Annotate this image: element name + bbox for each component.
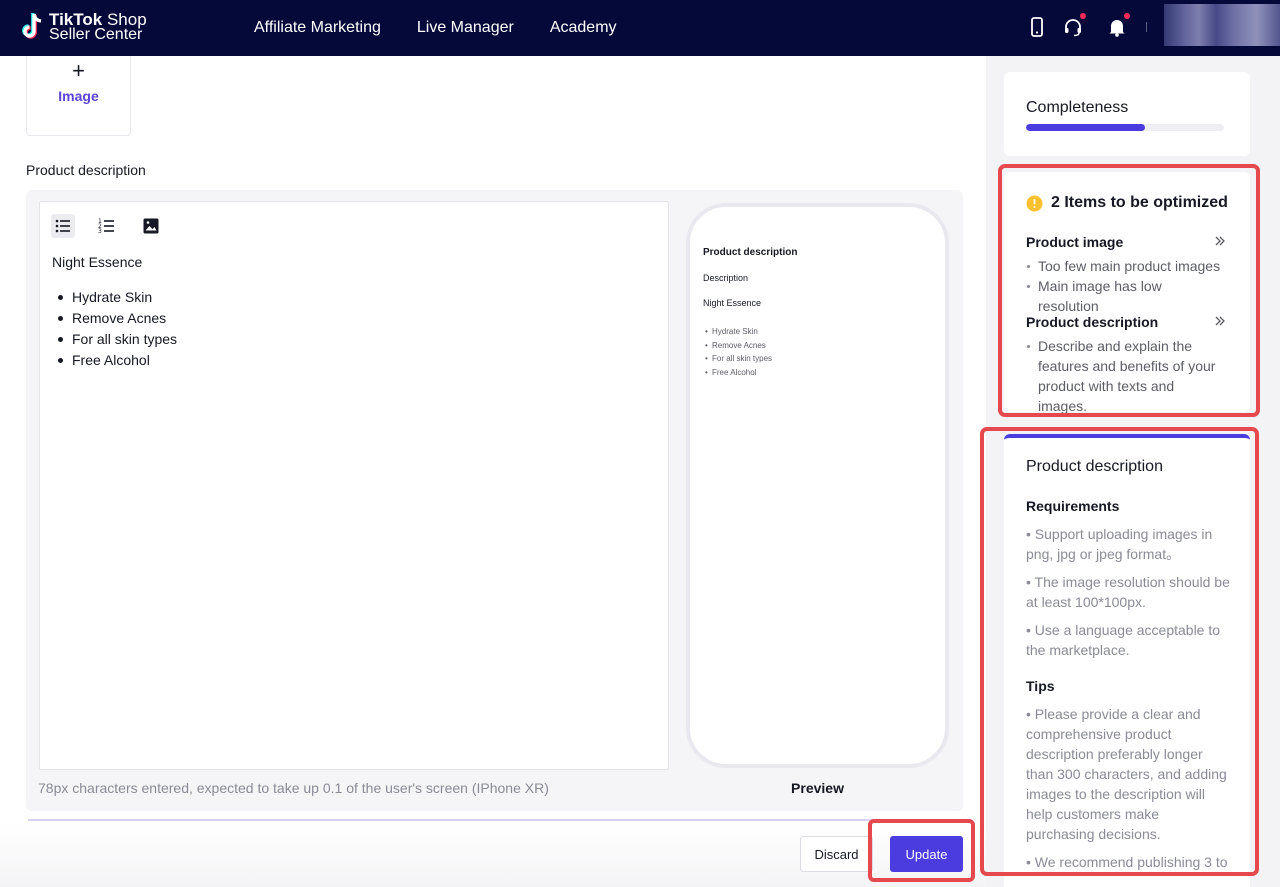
bell-notification-dot — [1124, 13, 1130, 19]
editor-bullet-list: Hydrate Skin Remove Acnes For all skin t… — [52, 287, 177, 371]
requirements-heading: Requirements — [1026, 498, 1119, 514]
completeness-progress-bar — [1026, 124, 1224, 131]
optimize-section-title: Product image — [1026, 234, 1226, 250]
list-item: Free Alcohol — [52, 350, 177, 371]
rich-text-editor[interactable]: 1 2 3 Night Essence Hydrate Skin Remove … — [39, 201, 669, 770]
requirement-item: • The image resolution should be at leas… — [1026, 572, 1231, 612]
main-nav: Affiliate Marketing Live Manager Academy — [254, 0, 617, 56]
double-chevron-right-icon[interactable] — [1214, 315, 1226, 327]
tip-item: • Please provide a clear and comprehensi… — [1026, 704, 1231, 844]
tiktok-logo-icon — [18, 11, 48, 43]
bulleted-list-icon — [51, 214, 75, 238]
preview-bullet-list: Hydrate Skin Remove Acnes For all skin t… — [703, 325, 772, 379]
image-icon — [139, 214, 163, 238]
product-description-label: Product description — [26, 162, 146, 178]
optimization-card: 2 Items to be optimized Product image To… — [1004, 172, 1250, 412]
list-item: Hydrate Skin — [52, 287, 177, 308]
double-chevron-right-icon[interactable] — [1214, 235, 1226, 247]
optimize-section-product-description[interactable]: Product description Describe and explain… — [1026, 314, 1226, 416]
image-upload-tile[interactable]: + Image — [26, 56, 131, 136]
nav-academy[interactable]: Academy — [550, 19, 617, 37]
nav-affiliate-marketing[interactable]: Affiliate Marketing — [254, 19, 381, 37]
header-actions — [1010, 0, 1280, 56]
headset-support-icon[interactable] — [1062, 16, 1084, 38]
bulleted-list-button[interactable] — [51, 214, 75, 238]
progress-divider — [28, 819, 964, 821]
preview-subtitle: Description — [703, 273, 748, 283]
description-editor-panel: 1 2 3 Night Essence Hydrate Skin Remove … — [26, 190, 963, 811]
optimization-title: 2 Items to be optimized — [1051, 194, 1228, 212]
list-item: Main image has low resolution — [1026, 276, 1226, 316]
numbered-list-button[interactable]: 1 2 3 — [95, 214, 119, 238]
bell-notification-icon[interactable] — [1106, 16, 1128, 38]
list-item: For all skin types — [52, 329, 177, 350]
image-upload-label: Image — [27, 88, 130, 104]
tips-heading: Tips — [1026, 678, 1055, 694]
nav-live-manager[interactable]: Live Manager — [417, 19, 514, 37]
optimization-header: 2 Items to be optimized — [1026, 194, 1228, 212]
discard-button[interactable]: Discard — [800, 836, 873, 872]
numbered-list-icon: 1 2 3 — [95, 214, 119, 238]
optimize-issue-list: Describe and explain the features and be… — [1026, 336, 1226, 416]
list-item: Describe and explain the features and be… — [1026, 336, 1226, 416]
guide-title: Product description — [1026, 458, 1163, 476]
description-guide-card: Product description Requirements • Suppo… — [1004, 434, 1250, 887]
optimize-issue-list: Too few main product images Main image h… — [1026, 256, 1226, 316]
optimize-section-product-image[interactable]: Product image Too few main product image… — [1026, 234, 1226, 316]
list-item: For all skin types — [703, 352, 772, 366]
list-item: Too few main product images — [1026, 256, 1226, 276]
preview-product-name: Night Essence — [703, 298, 761, 308]
header-separator — [1146, 22, 1147, 32]
list-item: Remove Acnes — [703, 339, 772, 353]
character-count-hint: 78px characters entered, expected to tak… — [38, 780, 549, 796]
optimize-section-title: Product description — [1026, 314, 1226, 330]
requirement-item: • Use a language acceptable to the marke… — [1026, 620, 1231, 660]
support-notification-dot — [1080, 13, 1086, 19]
list-item: Hydrate Skin — [703, 325, 772, 339]
preview-title: Product description — [703, 247, 797, 258]
editor-product-name: Night Essence — [52, 254, 142, 270]
logo-line-2: Seller Center — [49, 26, 142, 44]
mobile-phone-icon[interactable] — [1026, 16, 1048, 38]
insert-image-button[interactable] — [139, 214, 163, 238]
completeness-title: Completeness — [1026, 99, 1128, 117]
account-avatar[interactable] — [1164, 4, 1280, 46]
tiktok-shop-logo[interactable]: TikTok Shop Seller Center — [18, 9, 148, 45]
preview-label: Preview — [686, 780, 949, 796]
top-bar: TikTok Shop Seller Center Affiliate Mark… — [0, 0, 1280, 56]
update-button[interactable]: Update — [890, 836, 963, 872]
list-item: Free Alcohol — [703, 366, 772, 380]
right-panel: Completeness 2 Items to be optimized Pro… — [986, 56, 1280, 887]
completeness-progress-fill — [1026, 124, 1145, 131]
plus-icon: + — [27, 58, 130, 84]
tip-item: • We recommend publishing 3 to — [1026, 852, 1231, 872]
list-item: Remove Acnes — [52, 308, 177, 329]
main-content: + Image Product description 1 2 3 — [0, 56, 986, 887]
phone-preview: Product description Description Night Es… — [686, 203, 949, 768]
completeness-card: Completeness — [1004, 72, 1250, 156]
svg-text:3: 3 — [98, 228, 102, 235]
requirement-item: • Support uploading images in png, jpg o… — [1026, 524, 1231, 564]
warning-icon — [1026, 195, 1043, 212]
